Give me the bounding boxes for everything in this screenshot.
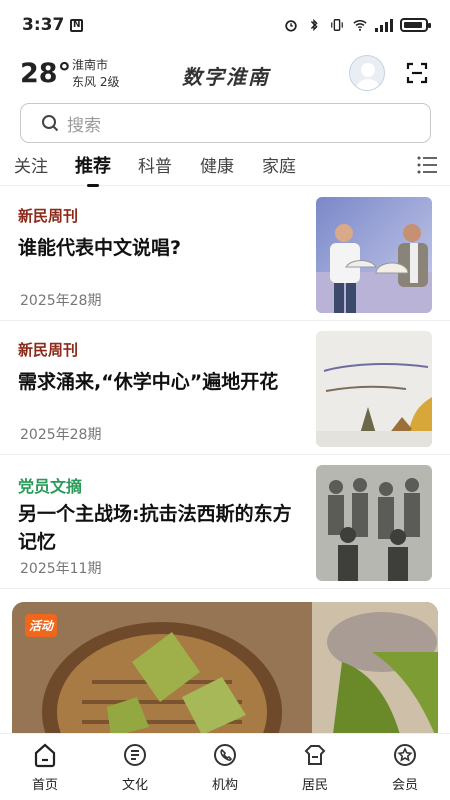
weather-temperature[interactable]: 28°: [20, 58, 71, 89]
article-title: 另一个主战场:抗击法西斯的东方记忆: [18, 503, 292, 553]
nav-label: 居民: [301, 778, 328, 793]
article-date: 2025年11期: [20, 561, 102, 577]
tab-family[interactable]: 家庭: [262, 152, 296, 177]
bluetooth-icon: [310, 18, 318, 32]
article-title: 需求涌来,“休学中心”遍地开花: [18, 371, 279, 393]
banner-image: [12, 602, 438, 742]
nfc-icon: N: [70, 18, 84, 32]
app-header: 28° 淮南市 东风 2级 数字淮南: [0, 50, 450, 98]
avatar[interactable]: [349, 55, 385, 91]
nav-label: 文化: [121, 778, 148, 793]
weather-location[interactable]: 淮南市 东风 2级: [72, 57, 119, 91]
signal-icon: [375, 18, 393, 32]
article-title: 谁能代表中文说唱?: [18, 237, 182, 259]
home-icon: [34, 743, 56, 768]
list-item[interactable]: 新民周刊 需求涌来,“休学中心”遍地开花 2025年28期: [0, 321, 450, 455]
list-item[interactable]: 党员文摘 另一个主战场:抗击法西斯的东方记忆 2025年11期: [0, 455, 450, 589]
wifi-icon: [353, 20, 367, 31]
institution-icon: [214, 744, 236, 766]
scan-icon[interactable]: [406, 62, 428, 84]
user-avatar-icon: [355, 63, 381, 90]
search-input[interactable]: 搜索: [20, 103, 431, 143]
nav-resident[interactable]: 居民: [270, 734, 360, 800]
tab-recommend[interactable]: 推荐: [75, 152, 111, 187]
resident-icon: [304, 745, 326, 765]
weather-city: 淮南市: [72, 58, 109, 72]
status-bar: 3:37 N: [0, 0, 450, 50]
tab-science[interactable]: 科普: [138, 152, 172, 177]
alarm-icon: [285, 20, 297, 32]
category-tabs: 关注 推荐 科普 健康 家庭: [0, 146, 450, 187]
vibrate-icon: [331, 19, 343, 31]
article-source: 新民周刊: [18, 341, 79, 359]
tab-follow[interactable]: 关注: [14, 152, 48, 177]
article-thumbnail: [316, 197, 432, 313]
battery-icon: [400, 18, 431, 32]
article-thumbnail: [316, 465, 432, 581]
nav-label: 机构: [211, 778, 238, 793]
nav-label: 会员: [391, 778, 418, 793]
nav-label: 首页: [31, 778, 58, 793]
article-thumbnail: [316, 331, 432, 447]
list-item[interactable]: 新民周刊 谁能代表中文说唱? 2025年28期: [0, 187, 450, 321]
nav-institution[interactable]: 机构: [180, 734, 270, 800]
article-date: 2025年28期: [20, 427, 102, 443]
culture-icon: [124, 744, 146, 766]
promo-banner[interactable]: 活动: [12, 602, 438, 742]
nav-culture[interactable]: 文化: [90, 734, 180, 800]
bottom-nav: 首页 文化 机构 居民 会员: [0, 733, 450, 800]
article-date: 2025年28期: [20, 293, 102, 309]
search-placeholder: 搜索: [67, 115, 101, 136]
app-logo: 数字淮南: [182, 65, 270, 89]
weather-wind: 东风 2级: [72, 75, 120, 89]
nav-home[interactable]: 首页: [0, 734, 90, 800]
tab-menu-icon[interactable]: [417, 156, 437, 174]
member-icon: [394, 744, 416, 766]
article-source: 新民周刊: [18, 207, 79, 225]
article-source: 党员文摘: [18, 479, 83, 496]
status-time: 3:37: [22, 15, 65, 35]
tab-health[interactable]: 健康: [200, 152, 234, 177]
activity-badge: 活动: [25, 614, 58, 637]
search-icon: [42, 115, 59, 132]
nav-member[interactable]: 会员: [360, 734, 450, 800]
